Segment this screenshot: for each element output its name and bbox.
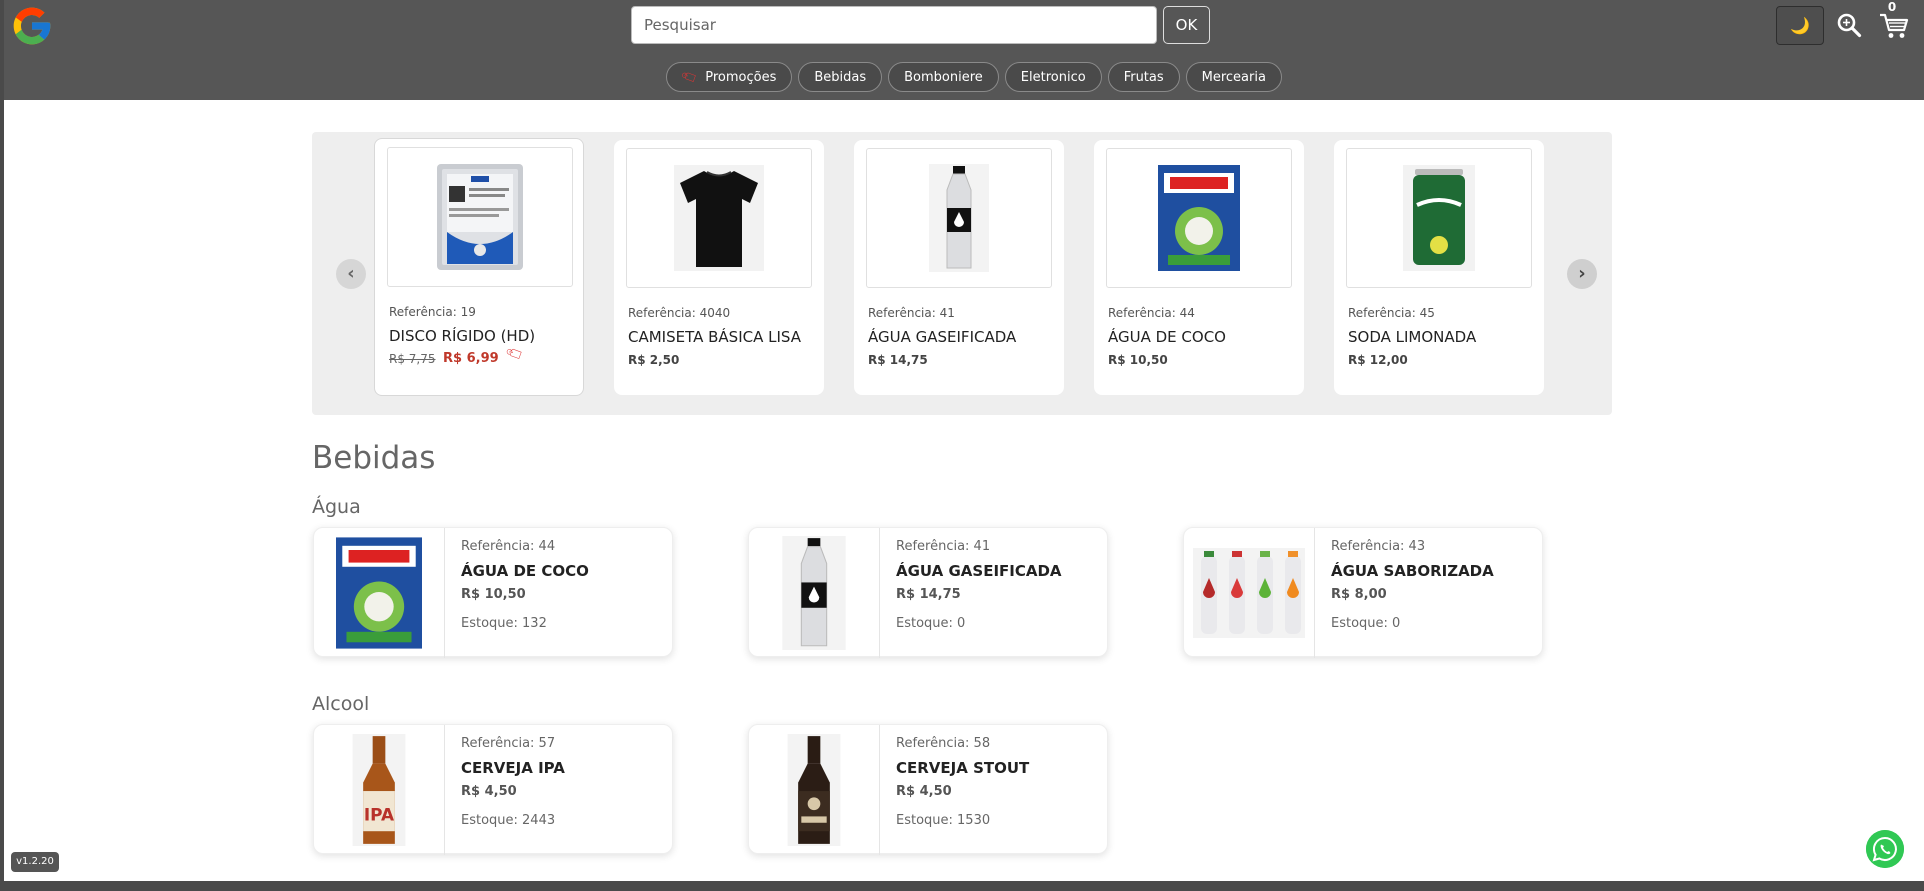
product-price: R$ 4,50 xyxy=(461,784,517,799)
carousel-prev-button[interactable]: ‹ xyxy=(336,259,366,289)
product-reference: Referência: 45 xyxy=(1348,306,1435,320)
product-thumbnail xyxy=(314,528,445,658)
product-reference: Referência: 4040 xyxy=(628,306,731,320)
category-label: Bomboniere xyxy=(904,69,983,85)
product-sale-price: R$ 6,99 xyxy=(443,351,499,366)
product-price: R$ 14,75 xyxy=(868,353,928,367)
product-price: R$ 8,00 xyxy=(1331,587,1387,602)
product-price: R$ 2,50 xyxy=(628,353,680,367)
category-frutas[interactable]: Frutas xyxy=(1107,62,1180,92)
category-label: Eletronico xyxy=(1020,69,1086,85)
product-card[interactable]: Referência: 41 ÁGUA GASEIFICADA R$ 14,75… xyxy=(748,527,1108,658)
category-label: Frutas xyxy=(1123,69,1164,85)
search-input[interactable] xyxy=(631,6,1157,44)
product-thumbnail xyxy=(749,528,880,658)
category-bomboniere[interactable]: Bomboniere xyxy=(888,62,999,92)
product-card[interactable]: Referência: 43 ÁGUA SABORIZADA R$ 8,00 E… xyxy=(1183,527,1543,658)
product-image-sparkling-water xyxy=(866,148,1052,288)
carousel-card[interactable]: Referência: 4040 CAMISETA BÁSICA LISA R$… xyxy=(614,140,824,395)
svg-text:IPA: IPA xyxy=(364,805,394,825)
subcategory-title: Água xyxy=(312,496,361,518)
product-name: ÁGUA GASEIFICADA xyxy=(896,562,1062,580)
product-image-soda-can xyxy=(1346,148,1532,288)
category-promocoes[interactable]: 🏷 Promoções xyxy=(666,62,793,92)
product-name: ÁGUA DE COCO xyxy=(1108,328,1226,346)
moon-icon: 🌙 xyxy=(1790,16,1810,35)
product-price: R$ 10,50 xyxy=(461,587,526,602)
top-header: OK 🌙 0 🏷 Promoções Bebidas Bomboniere El… xyxy=(4,0,1924,100)
product-name: CAMISETA BÁSICA LISA xyxy=(628,328,801,346)
category-label: Bebidas xyxy=(814,69,867,85)
category-nav: 🏷 Promoções Bebidas Bomboniere Eletronic… xyxy=(666,62,1282,92)
version-badge: v1.2.20 xyxy=(11,852,59,872)
carousel-card[interactable]: Referência: 44 ÁGUA DE COCO R$ 10,50 xyxy=(1094,140,1304,395)
product-stock: Estoque: 132 xyxy=(461,616,547,631)
product-image-coconut-water xyxy=(1106,148,1292,288)
product-thumbnail: IPA xyxy=(314,725,445,855)
category-mercearia[interactable]: Mercearia xyxy=(1185,62,1282,92)
product-name: CERVEJA IPA xyxy=(461,759,565,777)
product-name: CERVEJA STOUT xyxy=(896,759,1030,777)
carousel-card[interactable]: Referência: 19 DISCO RÍGIDO (HD) R$ 7,75… xyxy=(374,138,584,396)
cart-count-badge: 0 xyxy=(1883,0,1901,16)
product-reference: Referência: 44 xyxy=(1108,306,1195,320)
bottom-bar xyxy=(0,881,1924,891)
sale-tag-icon: 🏷 xyxy=(679,67,700,87)
section-title: Bebidas xyxy=(312,440,436,476)
theme-toggle-button[interactable]: 🌙 xyxy=(1776,6,1824,45)
product-old-price: R$ 7,75 xyxy=(389,352,436,366)
product-price: R$ 12,00 xyxy=(1348,353,1408,367)
carousel-card[interactable]: Referência: 45 SODA LIMONADA R$ 12,00 xyxy=(1334,140,1544,395)
product-reference: Referência: 44 xyxy=(461,539,556,554)
product-card[interactable]: IPA Referência: 57 CERVEJA IPA R$ 4,50 E… xyxy=(313,724,673,855)
product-price: R$ 14,75 xyxy=(896,587,961,602)
product-reference: Referência: 58 xyxy=(896,736,991,751)
google-logo[interactable] xyxy=(10,4,54,48)
product-stock: Estoque: 1530 xyxy=(896,813,991,828)
product-reference: Referência: 41 xyxy=(868,306,955,320)
whatsapp-icon[interactable] xyxy=(1866,830,1904,868)
product-thumbnail xyxy=(1184,528,1315,658)
carousel-next-button[interactable]: › xyxy=(1567,259,1597,289)
product-image-hd xyxy=(387,147,573,287)
category-label: Promoções xyxy=(705,69,777,85)
product-reference: Referência: 57 xyxy=(461,736,556,751)
product-reference: Referência: 19 xyxy=(389,305,476,319)
product-reference: Referência: 43 xyxy=(1331,539,1426,554)
main-content: ‹ › Referência: 19 DISCO RÍGIDO (HD) R$ … xyxy=(4,100,1924,881)
product-image-shirt xyxy=(626,148,812,288)
product-card[interactable]: Referência: 58 CERVEJA STOUT R$ 4,50 Est… xyxy=(748,724,1108,855)
category-eletronico[interactable]: Eletronico xyxy=(1004,62,1102,92)
product-reference: Referência: 41 xyxy=(896,539,991,554)
promo-carousel: ‹ › Referência: 19 DISCO RÍGIDO (HD) R$ … xyxy=(312,132,1612,415)
product-price: R$ 10,50 xyxy=(1108,353,1168,367)
product-card[interactable]: Referência: 44 ÁGUA DE COCO R$ 10,50 Est… xyxy=(313,527,673,658)
product-stock: Estoque: 2443 xyxy=(461,813,556,828)
product-name: SODA LIMONADA xyxy=(1348,328,1477,346)
carousel-card[interactable]: Referência: 41 ÁGUA GASEIFICADA R$ 14,75 xyxy=(854,140,1064,395)
product-name: ÁGUA DE COCO xyxy=(461,562,589,580)
product-price: R$ 4,50 xyxy=(896,784,952,799)
cart-icon[interactable] xyxy=(1879,12,1909,40)
product-name: ÁGUA GASEIFICADA xyxy=(868,328,1017,346)
search-ok-button[interactable]: OK xyxy=(1163,6,1210,44)
product-stock: Estoque: 0 xyxy=(896,616,966,631)
product-name: DISCO RÍGIDO (HD) xyxy=(389,327,536,345)
product-name: ÁGUA SABORIZADA xyxy=(1331,562,1494,580)
sale-tag-icon: 🏷 xyxy=(504,344,526,365)
product-thumbnail xyxy=(749,725,880,855)
search-zoom-icon[interactable] xyxy=(1836,12,1862,38)
product-stock: Estoque: 0 xyxy=(1331,616,1401,631)
subcategory-title: Alcool xyxy=(312,693,370,715)
category-label: Mercearia xyxy=(1201,69,1266,85)
category-bebidas[interactable]: Bebidas xyxy=(798,62,883,92)
